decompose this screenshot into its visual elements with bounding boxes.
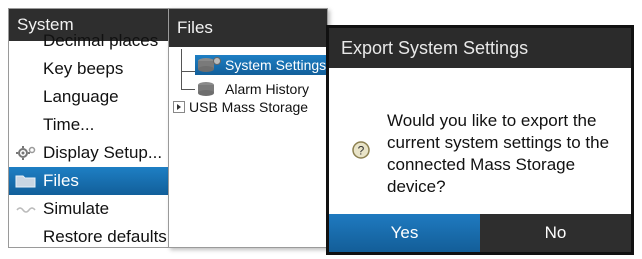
files-panel: Files System Settings Alarm History USB … [168, 8, 328, 248]
dialog-message: Would you like to export the current sys… [387, 111, 610, 196]
menu-item-label: Display Setup... [43, 143, 163, 162]
menu-item-display-setup[interactable]: Display Setup... [9, 139, 175, 167]
menu-item-label: Files [43, 171, 79, 190]
menu-item-label: Key beeps [43, 59, 124, 78]
expand-arrow-icon[interactable] [173, 101, 185, 113]
menu-item-label: Language [43, 87, 119, 106]
system-menu: System Decimal places Key beeps Language… [8, 8, 176, 248]
dialog-title: Export System Settings [329, 28, 631, 68]
menu-item-time[interactable]: Time... [9, 111, 175, 139]
database-icon [198, 82, 214, 96]
tree-item-alarm-history[interactable]: Alarm History [195, 79, 327, 99]
yes-button[interactable]: Yes [329, 214, 480, 252]
dialog-body: ? Would you like to export the current s… [329, 68, 631, 220]
system-menu-list: Decimal places Key beeps Language Time..… [9, 31, 176, 247]
menu-item-label: Time... [43, 115, 95, 134]
database-gear-icon [198, 57, 221, 72]
simulate-icon [16, 207, 36, 213]
menu-item-decimal-places[interactable]: Decimal places [9, 27, 175, 55]
menu-item-restore-defaults[interactable]: Restore defaults... [9, 223, 176, 247]
menu-item-label: Simulate [43, 199, 110, 218]
tree-connector [181, 49, 182, 89]
menu-item-simulate[interactable]: Simulate [9, 195, 175, 223]
tree-connector [181, 89, 195, 90]
dialog-buttons: Yes No [329, 214, 631, 252]
menu-item-label: Decimal places [43, 31, 159, 50]
menu-item-label: Restore defaults... [43, 227, 176, 246]
menu-item-key-beeps[interactable]: Key beeps [9, 55, 175, 83]
files-panel-title: Files [169, 9, 327, 47]
question-icon: ? [352, 141, 370, 159]
folder-icon [15, 175, 36, 188]
tree-item-usb-mass-storage[interactable]: USB Mass Storage [173, 97, 323, 117]
svg-text:?: ? [358, 144, 365, 158]
tree-item-system-settings[interactable]: System Settings [195, 55, 327, 75]
tree-item-label: Alarm History [225, 81, 310, 97]
menu-item-language[interactable]: Language [9, 83, 175, 111]
menu-item-files[interactable]: Files [9, 167, 175, 195]
tree-item-label: System Settings [225, 57, 327, 73]
no-button[interactable]: No [480, 214, 631, 252]
export-settings-dialog: Export System Settings ? Would you like … [326, 25, 634, 255]
display-setup-gear-icon [16, 146, 36, 160]
tree-connector [181, 71, 195, 72]
tree-item-label: USB Mass Storage [189, 99, 309, 115]
